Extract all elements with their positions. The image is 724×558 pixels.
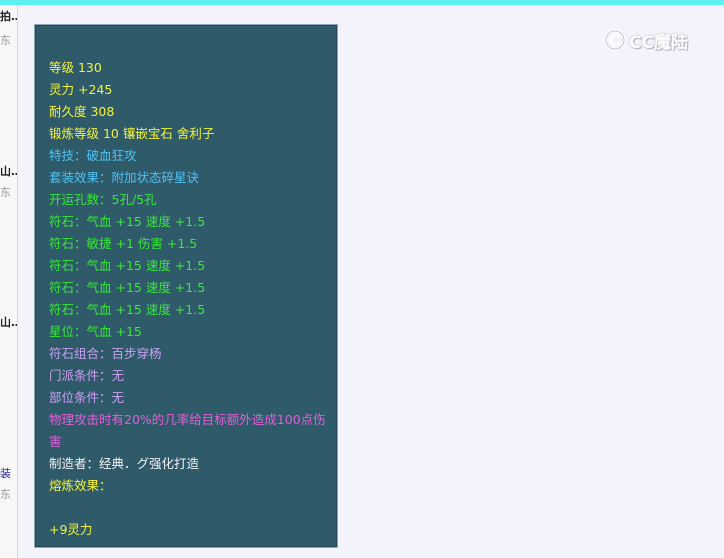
top-accent-bar <box>0 0 724 5</box>
cc-logo-icon <box>604 29 626 51</box>
item-rune-slots: 开运孔数：5孔/5孔 <box>49 192 157 207</box>
item-sect-requirement: 门派条件：无 <box>49 368 125 383</box>
item-rune-2: 符石：敏捷 +1 伤害 +1.5 <box>49 236 198 251</box>
item-melt-value: +9灵力 <box>49 522 93 537</box>
item-maker: 制造者：经典．グ强化打造 <box>49 456 200 471</box>
watermark-text: CC魔陆 <box>629 32 688 53</box>
item-rune-1: 符石：气血 +15 速度 +1.5 <box>49 214 206 229</box>
cc-watermark: CC魔陆 <box>604 26 688 54</box>
item-special-skill: 特技：破血狂攻 <box>49 148 137 163</box>
item-effect-description: 物理攻击时有20%的几率给目标额外造成100点伤害 <box>49 412 326 449</box>
tooltip-lines: 等级 130 灵力 +245 耐久度 308 锻炼等级 10 镶嵌宝石 舍利子 … <box>49 57 334 541</box>
item-rune-3: 符石：气血 +15 速度 +1.5 <box>49 258 206 273</box>
item-rune-4: 符石：气血 +15 速度 +1.5 <box>49 280 206 295</box>
left-fragment-6[interactable]: 装 <box>0 468 11 480</box>
item-level: 等级 130 <box>49 60 102 75</box>
item-spirit: 灵力 +245 <box>49 82 113 97</box>
left-list-panel: 拍… 东 山… 东 山… 装 东 <box>0 5 18 558</box>
item-durability: 耐久度 308 <box>49 104 115 119</box>
item-rune-combo: 符石组合：百步穿杨 <box>49 346 162 361</box>
left-fragment-7: 东 <box>0 488 11 501</box>
item-forge-gem: 锻炼等级 10 镶嵌宝石 舍利子 <box>49 126 215 141</box>
item-rune-5: 符石：气血 +15 速度 +1.5 <box>49 302 206 317</box>
left-fragment-1[interactable]: 拍… <box>0 11 17 23</box>
left-fragment-4: 东 <box>0 186 11 199</box>
item-set-effect: 套装效果：附加状态碎星诀 <box>49 170 200 185</box>
item-melt-label: 熔炼效果： <box>49 478 112 493</box>
left-fragment-2: 东 <box>0 34 11 47</box>
item-star-position: 星位：气血 +15 <box>49 324 142 339</box>
item-tooltip-panel: 等级 130 灵力 +245 耐久度 308 锻炼等级 10 镶嵌宝石 舍利子 … <box>34 24 338 548</box>
left-fragment-5[interactable]: 山… <box>0 317 17 329</box>
left-fragment-3[interactable]: 山… <box>0 166 17 178</box>
item-part-requirement: 部位条件：无 <box>49 390 125 405</box>
